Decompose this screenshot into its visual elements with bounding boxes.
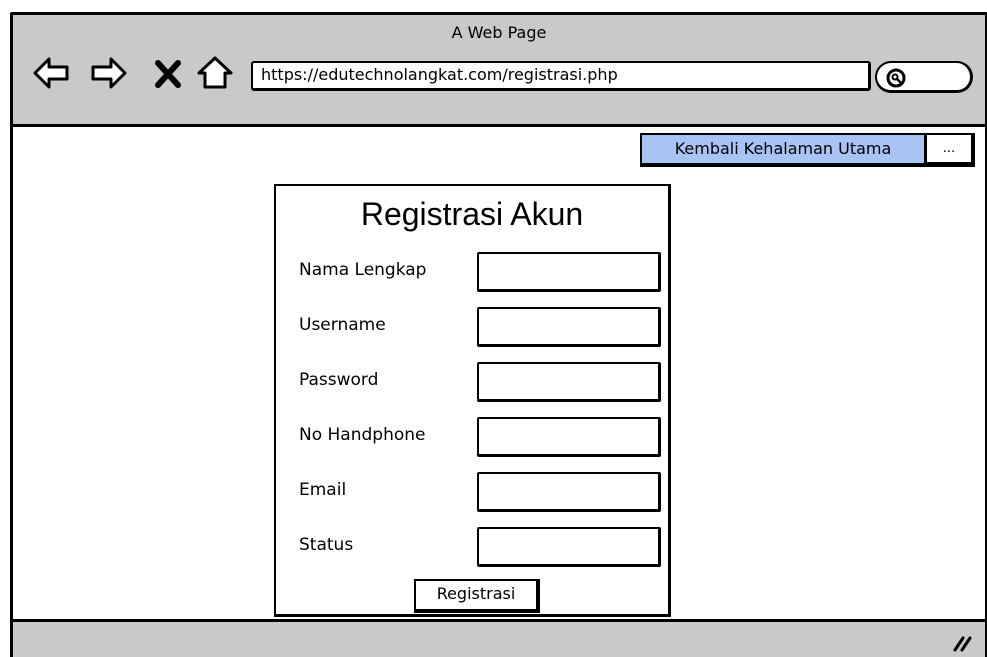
registration-form: Registrasi Akun Nama Lengkap Username Pa… — [274, 184, 671, 617]
label-nama-lengkap: Nama Lengkap — [299, 260, 427, 280]
label-email: Email — [299, 480, 347, 500]
label-status: Status — [299, 535, 354, 555]
forward-arrow-icon[interactable] — [89, 53, 129, 93]
home-icon[interactable] — [195, 53, 235, 93]
close-x-icon[interactable] — [151, 53, 185, 93]
more-options-button[interactable]: ... — [925, 133, 975, 167]
input-username[interactable] — [477, 307, 661, 347]
registrasi-button[interactable]: Registrasi — [414, 579, 540, 613]
input-password[interactable] — [477, 362, 661, 402]
input-status[interactable] — [477, 527, 661, 567]
search-field[interactable] — [875, 61, 973, 93]
back-to-home-button[interactable]: Kembali Kehalaman Utama — [640, 133, 927, 167]
resize-grip-icon[interactable] — [951, 630, 973, 652]
label-password: Password — [299, 370, 379, 390]
label-username: Username — [299, 315, 386, 335]
status-bar — [13, 619, 985, 657]
browser-toolbar: A Web Page https://edutechnolangkat.com/… — [13, 15, 985, 127]
input-nama-lengkap[interactable] — [477, 252, 661, 292]
input-email[interactable] — [477, 472, 661, 512]
input-no-handphone[interactable] — [477, 417, 661, 457]
browser-window: A Web Page https://edutechnolangkat.com/… — [10, 12, 987, 657]
window-title: A Web Page — [451, 23, 547, 42]
label-no-handphone: No Handphone — [299, 425, 426, 445]
search-icon — [886, 68, 906, 88]
address-bar[interactable]: https://edutechnolangkat.com/registrasi.… — [251, 61, 871, 91]
form-title: Registrasi Akun — [360, 196, 584, 232]
back-arrow-icon[interactable] — [31, 53, 71, 93]
